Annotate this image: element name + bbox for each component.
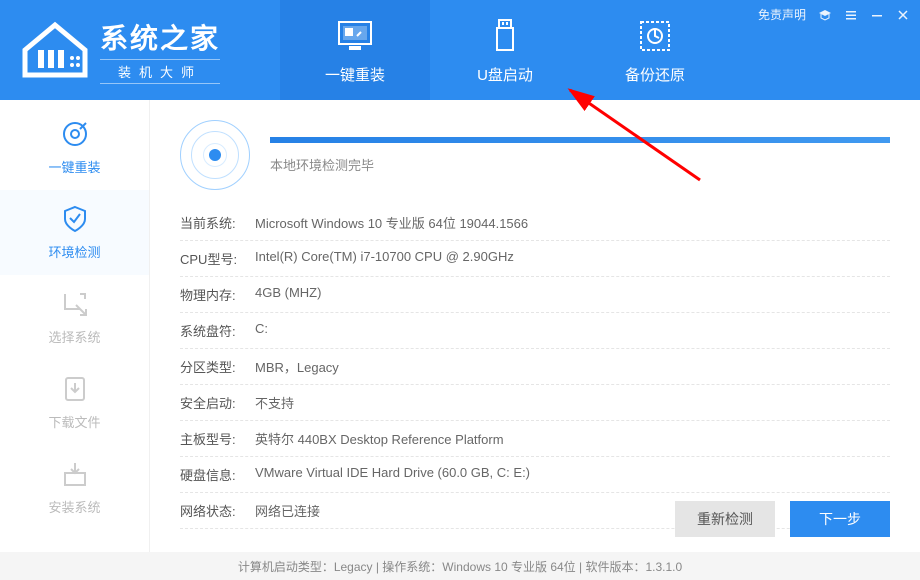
app-subtitle: 装机大师 (100, 59, 220, 84)
window-controls: 免责声明 (758, 6, 910, 23)
tab-label: 一键重装 (325, 64, 385, 85)
progress-bar (270, 137, 890, 143)
info-label: 主板型号: (180, 429, 255, 448)
usb-icon (485, 16, 525, 56)
info-value: VMware Virtual IDE Hard Drive (60.0 GB, … (255, 465, 890, 484)
info-value: C: (255, 321, 890, 340)
install-icon (60, 459, 90, 489)
logo-area: 系统之家 装机大师 (0, 0, 240, 100)
info-row-disk: 硬盘信息:VMware Virtual IDE Hard Drive (60.0… (180, 457, 890, 493)
tab-label: 备份还原 (625, 64, 685, 85)
sidebar-item-install[interactable]: 安装系统 (0, 445, 149, 530)
tab-usb-boot[interactable]: U盘启动 (430, 0, 580, 100)
tab-label: U盘启动 (477, 64, 533, 85)
info-label: 当前系统: (180, 213, 255, 232)
rescan-button[interactable]: 重新检测 (675, 501, 775, 537)
download-icon (60, 374, 90, 404)
monitor-icon (335, 16, 375, 56)
sidebar-label: 一键重装 (48, 157, 100, 176)
info-list: 当前系统:Microsoft Windows 10 专业版 64位 19044.… (180, 205, 890, 529)
disclaimer-link[interactable]: 免责声明 (758, 6, 806, 23)
sidebar-item-env-check[interactable]: 环境检测 (0, 190, 149, 275)
info-label: 分区类型: (180, 357, 255, 376)
scan-status: 本地环境检测完毕 (270, 155, 890, 174)
sidebar-label: 环境检测 (48, 242, 100, 261)
sidebar-item-select-system[interactable]: 选择系统 (0, 275, 149, 360)
restore-icon (635, 16, 675, 56)
sidebar-label: 安装系统 (48, 497, 100, 516)
info-row-os: 当前系统:Microsoft Windows 10 专业版 64位 19044.… (180, 205, 890, 241)
info-value: Intel(R) Core(TM) i7-10700 CPU @ 2.90GHz (255, 249, 890, 268)
tab-backup-restore[interactable]: 备份还原 (580, 0, 730, 100)
minimize-icon[interactable] (870, 8, 884, 22)
info-label: 硬盘信息: (180, 465, 255, 484)
sidebar-label: 下载文件 (48, 412, 100, 431)
sidebar-item-download[interactable]: 下载文件 (0, 360, 149, 445)
info-value: MBR，Legacy (255, 357, 890, 376)
info-row-cpu: CPU型号:Intel(R) Core(TM) i7-10700 CPU @ 2… (180, 241, 890, 277)
sidebar-label: 选择系统 (48, 327, 100, 346)
house-logo-icon (20, 20, 90, 80)
header: 系统之家 装机大师 一键重装 U盘启动 备份还原 免责声明 (0, 0, 920, 100)
shield-check-icon (60, 204, 90, 234)
info-value: 4GB (MHZ) (255, 285, 890, 304)
info-row-memory: 物理内存:4GB (MHZ) (180, 277, 890, 313)
graduation-icon[interactable] (818, 8, 832, 22)
top-tabs: 一键重装 U盘启动 备份还原 (280, 0, 730, 100)
info-row-motherboard: 主板型号:英特尔 440BX Desktop Reference Platfor… (180, 421, 890, 457)
main-panel: 本地环境检测完毕 当前系统:Microsoft Windows 10 专业版 6… (150, 100, 920, 552)
menu-icon[interactable] (844, 8, 858, 22)
info-value: 英特尔 440BX Desktop Reference Platform (255, 429, 890, 448)
action-bar: 重新检测 下一步 (675, 501, 890, 537)
info-label: CPU型号: (180, 249, 255, 268)
app-title: 系统之家 (100, 17, 220, 57)
body: 一键重装 环境检测 选择系统 下载文件 安装系统 本地环境检测完毕 当前 (0, 100, 920, 552)
info-row-secureboot: 安全启动:不支持 (180, 385, 890, 421)
info-value: Microsoft Windows 10 专业版 64位 19044.1566 (255, 213, 890, 232)
sidebar: 一键重装 环境检测 选择系统 下载文件 安装系统 (0, 100, 150, 552)
info-row-partition: 分区类型:MBR，Legacy (180, 349, 890, 385)
info-label: 网络状态: (180, 501, 255, 520)
info-value: 不支持 (255, 393, 890, 412)
info-label: 系统盘符: (180, 321, 255, 340)
scan-row: 本地环境检测完毕 (180, 120, 890, 190)
sidebar-item-reinstall[interactable]: 一键重装 (0, 105, 149, 190)
next-button[interactable]: 下一步 (790, 501, 890, 537)
info-row-sysdisk: 系统盘符:C: (180, 313, 890, 349)
footer-status: 计算机启动类型：Legacy | 操作系统：Windows 10 专业版 64位… (0, 552, 920, 580)
info-label: 物理内存: (180, 285, 255, 304)
info-label: 安全启动: (180, 393, 255, 412)
close-icon[interactable] (896, 8, 910, 22)
radar-icon (180, 120, 250, 190)
tab-reinstall[interactable]: 一键重装 (280, 0, 430, 100)
select-icon (60, 289, 90, 319)
target-icon (60, 119, 90, 149)
